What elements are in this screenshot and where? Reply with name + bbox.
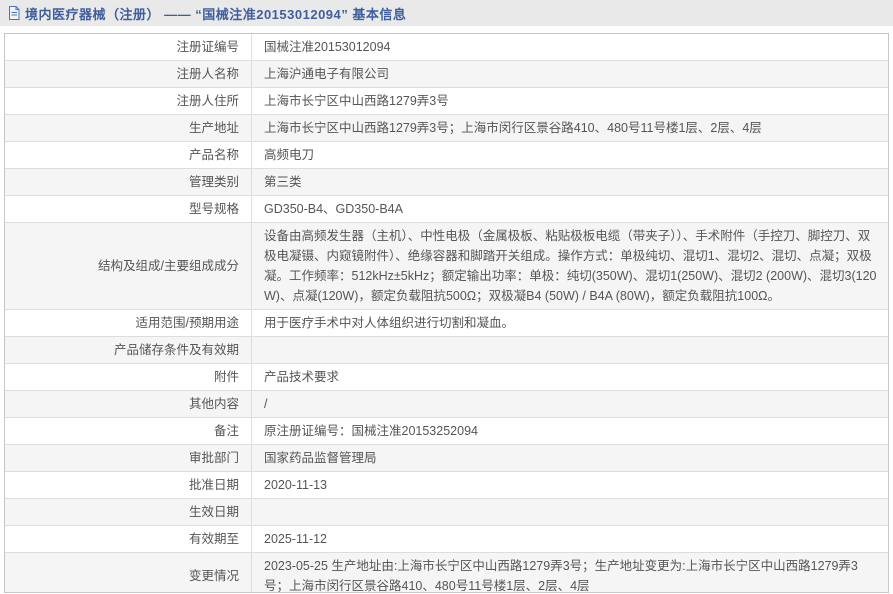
row-label: 附件	[214, 367, 239, 387]
row-value-cell	[252, 499, 888, 525]
table-row: 生产地址 上海市长宁区中山西路1279弄3号；上海市闵行区景谷路410、480号…	[5, 115, 888, 142]
table-row: 生效日期	[5, 499, 888, 526]
row-label-cell: 变更情况	[5, 553, 252, 593]
registration-info-table: 注册证编号 国械注准20153012094 注册人名称 上海沪通电子有限公司	[4, 33, 889, 593]
row-value: 上海沪通电子有限公司	[264, 64, 389, 84]
table-row: 变更情况 2023-05-25 生产地址由:上海市长宁区中山西路1279弄3号；…	[5, 553, 888, 593]
page-header: 境内医疗器械（注册） —— “国械注准20153012094” 基本信息	[0, 0, 893, 26]
row-value: 2023-05-25 生产地址由:上海市长宁区中山西路1279弄3号；生产地址变…	[264, 556, 878, 593]
row-label: 备注	[214, 421, 239, 441]
page-title: 境内医疗器械（注册） —— “国械注准20153012094” 基本信息	[25, 4, 406, 23]
row-label-cell: 其他内容	[5, 391, 252, 417]
row-label-cell: 批准日期	[5, 472, 252, 498]
row-label-cell: 备注	[5, 418, 252, 444]
row-value: 上海市长宁区中山西路1279弄3号	[264, 91, 449, 111]
row-value: 第三类	[264, 172, 302, 192]
row-label: 生产地址	[189, 118, 239, 138]
row-value-cell: 产品技术要求	[252, 364, 888, 390]
row-value-cell: 上海市长宁区中山西路1279弄3号	[252, 88, 888, 114]
table-row: 产品名称 高频电刀	[5, 142, 888, 169]
row-label-cell: 注册人名称	[5, 61, 252, 87]
row-value: /	[264, 394, 267, 414]
row-label-cell: 生产地址	[5, 115, 252, 141]
table-row: 注册人名称 上海沪通电子有限公司	[5, 61, 888, 88]
row-value: 设备由高频发生器（主机）、中性电极（金属极板、粘贴极板电缆（带夹子））、手术附件…	[264, 226, 878, 306]
row-label: 有效期至	[189, 529, 239, 549]
table-row: 型号规格 GD350-B4、GD350-B4A	[5, 196, 888, 223]
row-value-cell: 2025-11-12	[252, 526, 888, 552]
row-value-cell: 高频电刀	[252, 142, 888, 168]
row-label: 管理类别	[189, 172, 239, 192]
row-value-cell: 原注册证编号：国械注准20153252094	[252, 418, 888, 444]
row-value: 原注册证编号：国械注准20153252094	[264, 421, 478, 441]
table-row: 结构及组成/主要组成成分 设备由高频发生器（主机）、中性电极（金属极板、粘贴极板…	[5, 223, 888, 310]
table-row: 备注 原注册证编号：国械注准20153252094	[5, 418, 888, 445]
row-value-cell: 用于医疗手术中对人体组织进行切割和凝血。	[252, 310, 888, 336]
table-row: 管理类别 第三类	[5, 169, 888, 196]
row-label: 注册证编号	[176, 37, 239, 57]
table-row: 审批部门 国家药品监督管理局	[5, 445, 888, 472]
row-label-cell: 结构及组成/主要组成成分	[5, 223, 252, 309]
row-label-cell: 附件	[5, 364, 252, 390]
row-label-cell: 产品名称	[5, 142, 252, 168]
table-row: 其他内容 /	[5, 391, 888, 418]
row-label: 审批部门	[189, 448, 239, 468]
row-label: 产品名称	[189, 145, 239, 165]
row-value: 上海市长宁区中山西路1279弄3号；上海市闵行区景谷路410、480号11号楼1…	[264, 118, 762, 138]
table-row: 附件 产品技术要求	[5, 364, 888, 391]
row-label: 批准日期	[189, 475, 239, 495]
row-value-cell: 2020-11-13	[252, 472, 888, 498]
row-label: 注册人住所	[176, 91, 239, 111]
table-row: 注册证编号 国械注准20153012094	[5, 34, 888, 61]
row-value-cell: 国械注准20153012094	[252, 34, 888, 60]
row-value: 高频电刀	[264, 145, 314, 165]
row-value: GD350-B4、GD350-B4A	[264, 199, 403, 219]
row-value: 2020-11-13	[264, 475, 327, 495]
row-value-cell: 上海沪通电子有限公司	[252, 61, 888, 87]
row-value-cell: GD350-B4、GD350-B4A	[252, 196, 888, 222]
document-icon	[8, 6, 20, 20]
row-label-cell: 型号规格	[5, 196, 252, 222]
row-value-cell	[252, 337, 888, 363]
row-label-cell: 审批部门	[5, 445, 252, 471]
row-label: 生效日期	[189, 502, 239, 522]
row-label: 适用范围/预期用途	[136, 313, 239, 333]
table-row: 适用范围/预期用途 用于医疗手术中对人体组织进行切割和凝血。	[5, 310, 888, 337]
table-row: 注册人住所 上海市长宁区中山西路1279弄3号	[5, 88, 888, 115]
table-row: 有效期至 2025-11-12	[5, 526, 888, 553]
row-label-cell: 适用范围/预期用途	[5, 310, 252, 336]
row-value-cell: 设备由高频发生器（主机）、中性电极（金属极板、粘贴极板电缆（带夹子））、手术附件…	[252, 223, 888, 309]
row-value: 用于医疗手术中对人体组织进行切割和凝血。	[264, 313, 514, 333]
row-value-cell: 第三类	[252, 169, 888, 195]
row-label: 注册人名称	[176, 64, 239, 84]
row-label-cell: 生效日期	[5, 499, 252, 525]
row-value: 国械注准20153012094	[264, 37, 390, 57]
row-label-cell: 有效期至	[5, 526, 252, 552]
row-label: 其他内容	[189, 394, 239, 414]
row-value-cell: 国家药品监督管理局	[252, 445, 888, 471]
row-label-cell: 管理类别	[5, 169, 252, 195]
row-value: 国家药品监督管理局	[264, 448, 377, 468]
row-label: 结构及组成/主要组成成分	[98, 256, 239, 276]
row-value: 2025-11-12	[264, 529, 327, 549]
row-value-cell: /	[252, 391, 888, 417]
row-label-cell: 注册证编号	[5, 34, 252, 60]
table-row: 批准日期 2020-11-13	[5, 472, 888, 499]
row-value-cell: 2023-05-25 生产地址由:上海市长宁区中山西路1279弄3号；生产地址变…	[252, 553, 888, 593]
table-row: 产品储存条件及有效期	[5, 337, 888, 364]
row-label: 产品储存条件及有效期	[114, 340, 239, 360]
row-label-cell: 注册人住所	[5, 88, 252, 114]
row-value-cell: 上海市长宁区中山西路1279弄3号；上海市闵行区景谷路410、480号11号楼1…	[252, 115, 888, 141]
row-value: 产品技术要求	[264, 367, 339, 387]
row-label-cell: 产品储存条件及有效期	[5, 337, 252, 363]
row-label: 型号规格	[189, 199, 239, 219]
row-label: 变更情况	[189, 566, 239, 586]
